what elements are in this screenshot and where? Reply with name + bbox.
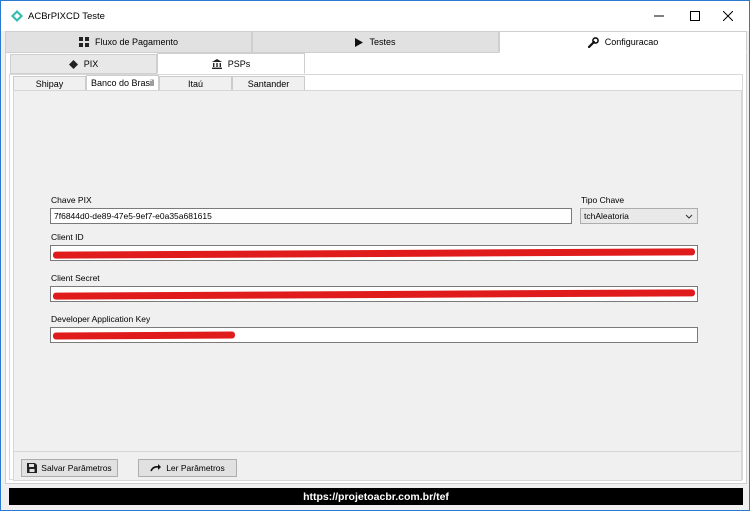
footer-link[interactable]: https://projetoacbr.com.br/tef bbox=[9, 488, 743, 505]
tab-label: Fluxo de Pagamento bbox=[94, 37, 179, 47]
tab-santander[interactable]: Santander bbox=[232, 76, 305, 91]
banco-do-brasil-content bbox=[13, 90, 742, 452]
tab-label: PIX bbox=[83, 59, 99, 69]
redaction-mark bbox=[52, 248, 696, 259]
tab-label: PSPs bbox=[227, 58, 251, 69]
save-params-button[interactable]: Salvar Parâmetros bbox=[21, 459, 118, 477]
wrench-icon bbox=[587, 36, 599, 48]
tab-label: Configuracao bbox=[604, 37, 659, 47]
redaction-mark bbox=[52, 289, 696, 300]
tab-testes[interactable]: Testes bbox=[252, 31, 499, 53]
window-title: ACBrPIXCD Teste bbox=[28, 11, 105, 22]
tab-fluxo-pagamento[interactable]: Fluxo de Pagamento bbox=[5, 31, 252, 53]
chave-pix-label: Chave PIX bbox=[51, 195, 92, 205]
tab-label: Testes bbox=[369, 37, 396, 47]
close-icon bbox=[723, 11, 733, 21]
redo-arrow-icon bbox=[150, 464, 162, 472]
client-id-label: Client ID bbox=[51, 232, 84, 242]
app-window: ACBrPIXCD Teste Fluxo de Pagamento Teste… bbox=[0, 0, 750, 511]
load-params-button[interactable]: Ler Parâmetros bbox=[138, 459, 237, 477]
button-label: Ler Parâmetros bbox=[166, 463, 225, 473]
maximize-icon bbox=[690, 11, 700, 21]
tab-label: Shipay bbox=[35, 78, 64, 89]
redaction-mark bbox=[52, 331, 236, 340]
play-icon bbox=[355, 37, 364, 47]
chave-pix-field[interactable]: 7f6844d0-de89-47e5-9ef7-e0a35a681615 bbox=[50, 208, 572, 224]
button-bar bbox=[13, 452, 742, 481]
chevron-down-icon bbox=[685, 214, 693, 219]
tab-label: Santander bbox=[247, 78, 290, 89]
tipo-chave-label: Tipo Chave bbox=[581, 195, 625, 205]
close-button[interactable] bbox=[705, 1, 750, 31]
client-secret-label: Client Secret bbox=[51, 273, 100, 283]
tab-pix[interactable]: PIX bbox=[10, 54, 157, 74]
tab-label: Banco do Brasil bbox=[90, 78, 155, 88]
tab-psps[interactable]: PSPs bbox=[157, 53, 305, 74]
tab-shipay[interactable]: Shipay bbox=[13, 76, 86, 91]
dev-key-label: Developer Application Key bbox=[51, 314, 151, 324]
tipo-chave-value: tchAleatoria bbox=[584, 211, 629, 221]
grid-icon bbox=[78, 37, 89, 47]
tab-configuracao[interactable]: Configuracao bbox=[499, 31, 747, 53]
dev-key-field[interactable] bbox=[50, 327, 698, 343]
tab-label: Itaú bbox=[187, 78, 203, 89]
minimize-icon bbox=[654, 15, 664, 17]
title-bar: ACBrPIXCD Teste bbox=[1, 1, 749, 31]
tab-banco-do-brasil[interactable]: Banco do Brasil bbox=[86, 75, 159, 91]
tab-itau[interactable]: Itaú bbox=[159, 76, 232, 91]
tipo-chave-select[interactable]: tchAleatoria bbox=[580, 208, 698, 224]
floppy-disk-icon bbox=[27, 463, 38, 473]
client-secret-field[interactable] bbox=[50, 286, 698, 302]
client-id-field[interactable] bbox=[50, 245, 698, 261]
app-logo-icon bbox=[11, 10, 23, 22]
bank-icon bbox=[211, 58, 222, 69]
button-label: Salvar Parâmetros bbox=[41, 463, 112, 473]
pix-diamond-icon bbox=[68, 59, 78, 69]
